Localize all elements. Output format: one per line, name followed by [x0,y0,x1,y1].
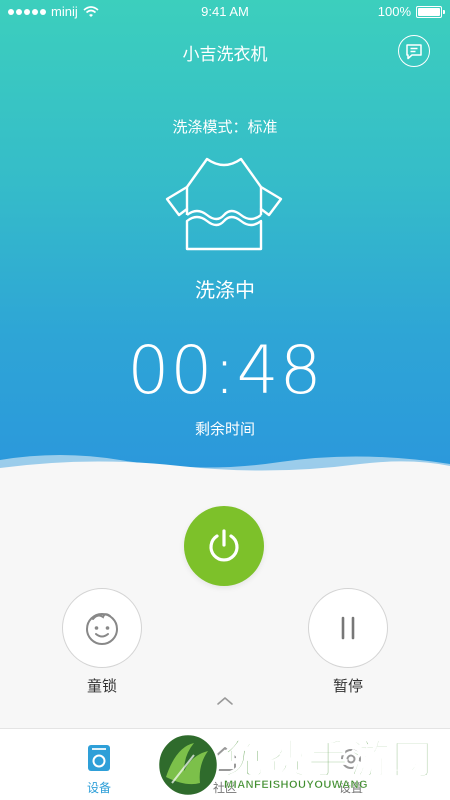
pause-button[interactable] [308,588,388,668]
pause-icon [341,616,355,640]
battery-percent: 100% [377,4,411,19]
baby-face-icon [86,613,118,645]
wash-state: 洗涤中 [195,280,255,302]
hero-panel: minij 9:41 AM 100% 小吉洗衣机 洗涤模式：标准 洗涤中 00:… [0,0,450,480]
wash-mode-label: 洗涤模式：标准 [172,119,278,136]
power-button[interactable] [184,506,264,586]
watermark: 免费手游网 MIANFEISHOUYOUWANG [152,725,450,800]
watermark-logo-icon [156,732,220,798]
page-title: 小吉洗衣机 [182,45,268,64]
child-lock-button[interactable] [62,588,142,668]
status-right: 100% [377,4,445,19]
washer-device-icon [88,745,110,771]
remaining-timer: 00:48 [127,332,323,409]
chevron-up-icon[interactable] [215,694,235,708]
status-bar: minij 9:41 AM 100% [0,0,450,24]
watermark-title: 免费手游网 [223,736,434,784]
message-icon [406,43,422,59]
wave-divider [0,455,450,480]
shirt-icon [165,157,283,251]
message-button[interactable] [398,35,430,67]
child-lock-label: 童锁 [86,678,117,695]
watermark-subtitle: MIANFEISHOUYOUWANG [224,779,369,791]
pause-label: 暂停 [332,678,363,695]
power-icon [209,529,239,562]
battery-icon [416,5,445,18]
remaining-caption: 剩余时间 [194,421,255,438]
